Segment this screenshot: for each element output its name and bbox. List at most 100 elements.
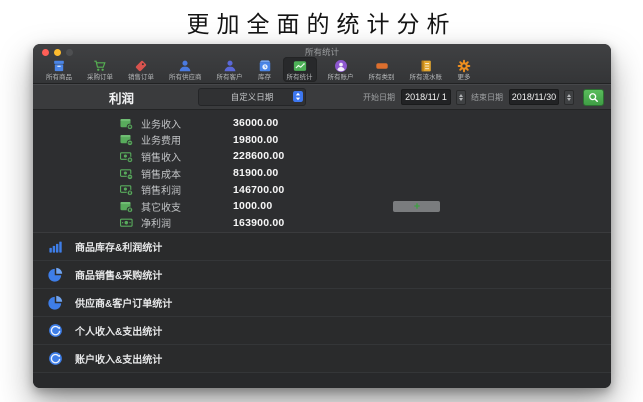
accounts-person-icon [334,59,348,73]
section-personal-income-expense-stats[interactable]: 个人收入&支出统计 [33,317,611,345]
section-label: 供应商&客户订单统计 [75,295,172,310]
stat-value: 81900.00 [233,167,278,179]
money-box-minus-icon [120,133,133,146]
stat-row-sales-profit: 销售利润 146700.00 [120,181,611,198]
profit-section-title: 利润 [109,88,134,107]
toolbar-item-all-statistics[interactable]: 所有统计 [283,57,317,82]
gear-icon [457,59,471,73]
money-box-plus-icon [120,117,133,130]
section-stock-profit-stats[interactable]: 商品库存&利润统计 [33,233,611,261]
toolbar-item-all-categories[interactable]: 所有类别 [365,57,399,82]
profit-header: 利润 自定义日期 开始日期 2018/11/ 1 结束日期 2018/11/30 [33,84,611,110]
start-date-label: 开始日期 [363,92,395,103]
end-date-label: 结束日期 [471,92,503,103]
search-button[interactable] [583,89,604,106]
stat-value: 19800.00 [233,134,278,146]
sales-tag-icon [134,59,148,73]
date-range-selected-value: 自定义日期 [231,91,274,103]
pie-chart-icon [48,267,63,282]
stat-value: 36000.00 [233,117,278,129]
stat-label: 销售利润 [141,182,181,197]
section-sales-purchase-stats[interactable]: 商品销售&采购统计 [33,261,611,289]
stat-label: 业务收入 [141,116,181,131]
banknote-yen-icon [120,183,133,196]
stat-label: 净利润 [141,215,171,230]
toolbar: 所有商品 采购订单 销售订单 所有供应商 所有客户 库存 [33,56,611,84]
toolbar-item-label: 所有统计 [287,74,313,81]
stat-label: 销售收入 [141,149,181,164]
money-box-yen-icon [120,200,133,213]
app-window: 所有统计 所有商品 采购订单 销售订单 所有供应商 所有客户 [33,44,611,388]
section-supplier-customer-order-stats[interactable]: 供应商&客户订单统计 [33,289,611,317]
inventory-box-icon [258,59,272,73]
window-footer [33,373,611,388]
banknote-icon [120,216,133,229]
customers-person-icon [223,59,237,73]
pie-chart-icon [48,295,63,310]
toolbar-item-purchase-orders[interactable]: 采购订单 [83,57,117,82]
toolbar-item-label: 库存 [258,74,271,81]
toolbar-item-label: 更多 [458,74,471,81]
popup-stepper-icon [293,91,303,102]
date-range-dropdown[interactable]: 自定义日期 [198,88,306,106]
close-window-button[interactable] [42,49,49,56]
toolbar-item-all-products[interactable]: 所有商品 [42,57,76,82]
section-label: 商品销售&采购统计 [75,267,162,282]
toolbar-item-inventory[interactable]: 库存 [254,57,276,82]
stat-value: 1000.00 [233,200,272,212]
start-date-stepper[interactable] [456,90,466,105]
toolbar-item-label: 所有客户 [217,74,243,81]
toolbar-item-sales-orders[interactable]: 销售订单 [124,57,158,82]
section-label: 账户收入&支出统计 [75,351,162,366]
banknote-minus-icon [120,167,133,180]
page-title: 更加全面的统计分析 [0,5,643,39]
search-icon [587,91,600,104]
stat-row-other-income-expense: 其它收支 1000.00 [120,198,611,215]
profit-stats-panel: 业务收入 36000.00 业务费用 19800.00 销售收入 228600.… [33,110,611,232]
start-date-input[interactable]: 2018/11/ 1 [401,89,451,105]
traffic-lights [42,49,73,56]
toolbar-item-all-accounts[interactable]: 所有账户 [324,57,358,82]
add-other-income-expense-button[interactable] [393,201,440,212]
toolbar-item-all-customers[interactable]: 所有客户 [213,57,247,82]
banknote-plus-icon [120,150,133,163]
toolbar-item-all-transactions[interactable]: 所有流水账 [406,57,447,82]
minimize-window-button[interactable] [54,49,61,56]
window-title: 所有统计 [33,44,611,56]
zoom-window-button[interactable] [66,49,73,56]
section-label: 个人收入&支出统计 [75,323,162,338]
date-controls: 开始日期 2018/11/ 1 结束日期 2018/11/30 [363,89,611,106]
stat-value: 163900.00 [233,217,284,229]
section-label: 商品库存&利润统计 [75,239,162,254]
stat-label: 其它收支 [141,199,181,214]
window-chrome: 所有统计 所有商品 采购订单 销售订单 所有供应商 所有客户 [33,44,611,84]
toolbar-item-label: 所有流水账 [410,74,443,81]
stat-row-sales-cost: 销售成本 81900.00 [120,165,611,182]
suppliers-person-icon [178,59,192,73]
stat-row-business-income: 业务收入 36000.00 [120,115,611,132]
toolbar-item-label: 采购订单 [87,74,113,81]
ledger-icon [419,59,433,73]
cycle-coin-icon [48,323,63,338]
toolbar-item-more[interactable]: 更多 [453,57,475,82]
end-date-stepper[interactable] [564,90,574,105]
end-date-input[interactable]: 2018/11/30 [509,89,559,105]
toolbar-item-label: 销售订单 [128,74,154,81]
toolbar-item-all-suppliers[interactable]: 所有供应商 [165,57,206,82]
purchase-cart-icon [93,59,107,73]
stat-label: 业务费用 [141,132,181,147]
stat-row-business-expense: 业务费用 19800.00 [120,132,611,149]
toolbar-item-label: 所有账户 [328,74,354,81]
plus-icon [413,202,421,210]
statistics-section-list: 商品库存&利润统计 商品销售&采购统计 供应商&客户订单统计 个人收入&支出统计… [33,232,611,373]
products-box-icon [52,59,66,73]
stat-value: 228600.00 [233,150,284,162]
stat-row-net-profit: 净利润 163900.00 [120,215,611,232]
section-account-income-expense-stats[interactable]: 账户收入&支出统计 [33,345,611,373]
stats-chart-icon [293,59,307,73]
cycle-coin-icon [48,351,63,366]
bar-chart-icon [48,239,63,254]
toolbar-item-label: 所有供应商 [169,74,202,81]
stat-row-sales-income: 销售收入 228600.00 [120,148,611,165]
stat-label: 销售成本 [141,166,181,181]
